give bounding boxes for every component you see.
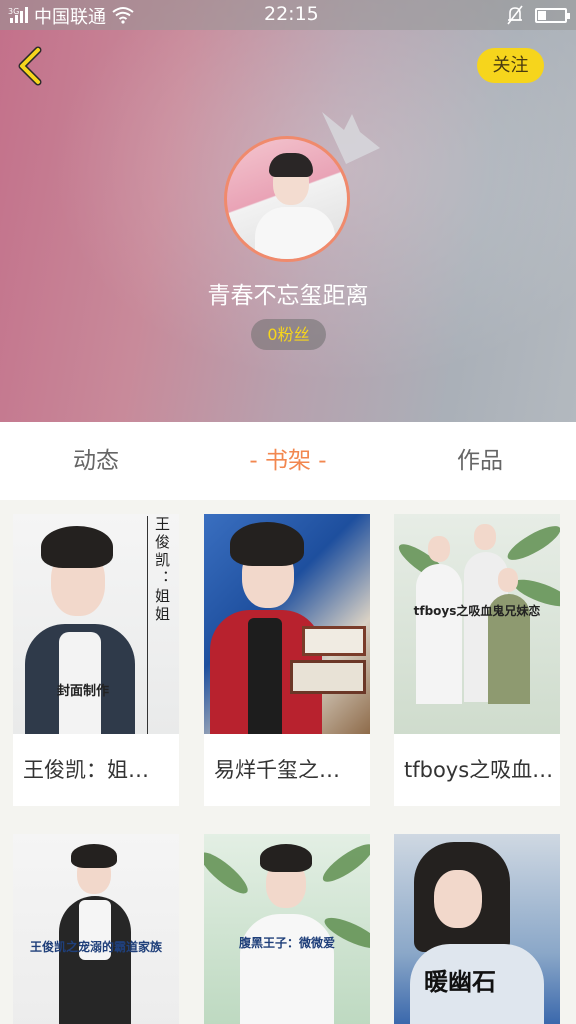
- book-title[interactable]: 王俊凯：姐…: [13, 734, 179, 806]
- tab-bookshelf[interactable]: - 书架 -: [192, 422, 384, 500]
- signal-icon: 3G: [8, 7, 28, 23]
- tab-activity[interactable]: 动态: [0, 422, 192, 500]
- book-card[interactable]: 腹黑王子：微微爱: [204, 834, 370, 1024]
- cover-caption: tfboys之吸血鬼兄妹恋: [413, 604, 541, 618]
- book-cover[interactable]: [204, 514, 370, 734]
- book-title[interactable]: 易烊千玺之…: [204, 734, 370, 806]
- profile-header: 关注 青春不忘玺距离 0粉丝: [0, 0, 576, 422]
- cover-vertical-title: 王俊凯：姐姐: [147, 516, 173, 734]
- svg-text:3G: 3G: [8, 7, 19, 16]
- clock: 22:15: [264, 3, 319, 25]
- status-bar: 3G 中国联通 22:15: [0, 0, 576, 30]
- book-card[interactable]: 王俊凯之宠溺的霸道家族: [13, 834, 179, 1024]
- mute-bell-icon: [507, 5, 523, 25]
- cover-caption: 封面制作: [57, 684, 110, 699]
- tab-works[interactable]: 作品: [384, 422, 576, 500]
- book-stack: [302, 626, 366, 656]
- follow-button[interactable]: 关注: [477, 48, 544, 83]
- avatar[interactable]: [224, 136, 350, 262]
- book-cover[interactable]: tfboys之吸血鬼兄妹恋: [394, 514, 560, 734]
- cover-caption: 王俊凯之宠溺的霸道家族: [29, 940, 162, 954]
- carrier-name: 中国联通: [34, 7, 106, 28]
- book-card[interactable]: 王俊凯：姐姐 封面制作 王俊凯：姐…: [13, 514, 179, 806]
- battery-icon: [535, 8, 570, 23]
- book-cover[interactable]: 腹黑王子：微微爱: [204, 834, 370, 1024]
- book-title[interactable]: tfboys之吸血…: [394, 734, 560, 806]
- book-card[interactable]: tfboys之吸血鬼兄妹恋 tfboys之吸血…: [394, 514, 560, 806]
- cover-caption: 腹黑王子：微微爱: [238, 936, 335, 950]
- book-cover[interactable]: 暖幽石: [394, 834, 560, 1024]
- book-card[interactable]: 易烊千玺之…: [204, 514, 370, 806]
- fans-count-badge[interactable]: 0粉丝: [251, 319, 326, 350]
- bookshelf-grid: 王俊凯：姐姐 封面制作 王俊凯：姐… 易烊千玺之… tfboys之吸血鬼兄妹恋 …: [0, 500, 576, 1024]
- book-cover[interactable]: 王俊凯：姐姐 封面制作: [13, 514, 179, 734]
- profile-tabs: 动态 - 书架 - 作品: [0, 422, 576, 500]
- username: 青春不忘玺距离: [207, 283, 369, 309]
- wifi-icon: [112, 7, 134, 24]
- book-card[interactable]: 暖幽石: [394, 834, 560, 1024]
- back-arrow-icon[interactable]: [14, 46, 50, 86]
- cover-caption: 暖幽石: [424, 967, 496, 996]
- book-cover[interactable]: 王俊凯之宠溺的霸道家族: [13, 834, 179, 1024]
